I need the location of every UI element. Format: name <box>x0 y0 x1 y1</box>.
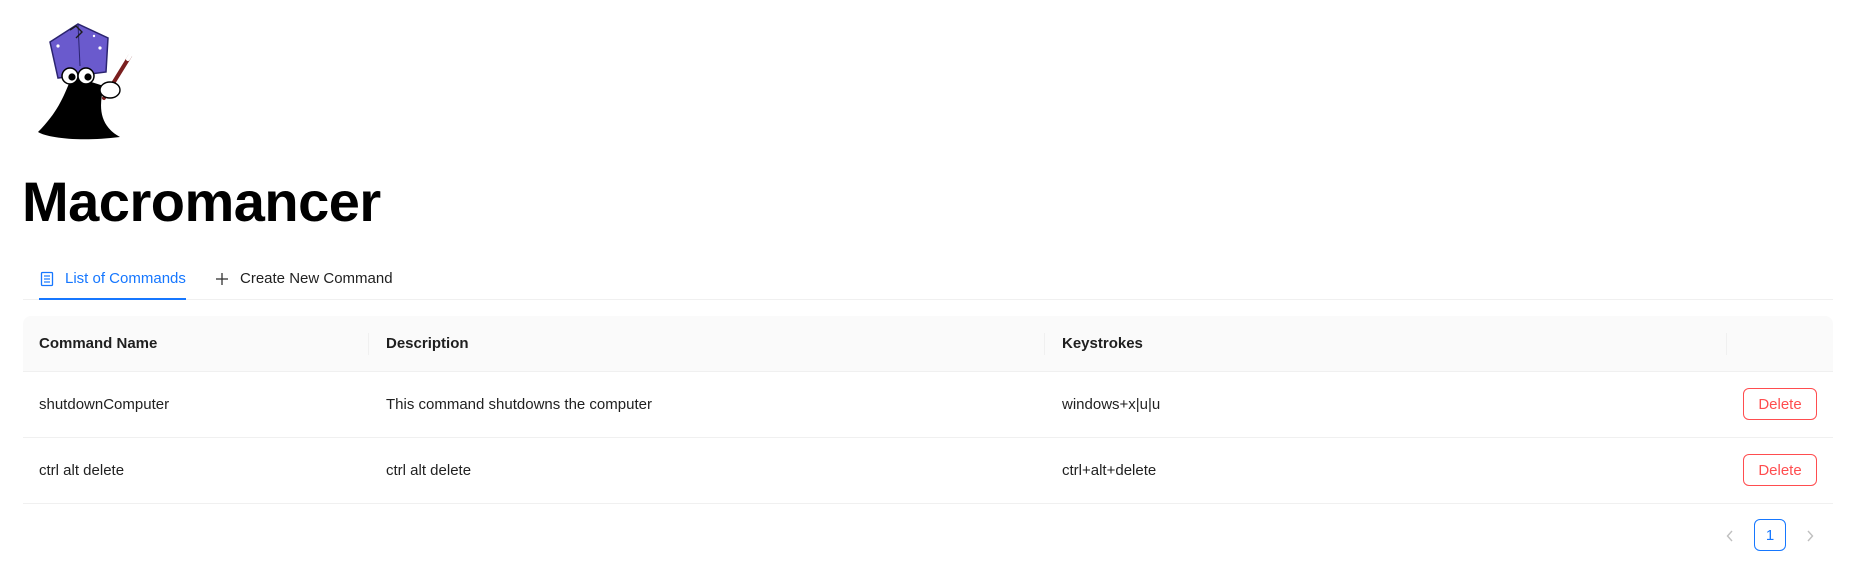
column-divider <box>1726 333 1727 355</box>
column-divider <box>368 333 369 355</box>
tab-label: List of Commands <box>65 270 186 287</box>
pagination: 1 <box>1718 519 1828 553</box>
tab-create-new-command[interactable]: Create New Command <box>214 258 393 299</box>
keystrokes-cell: ctrl+alt+delete <box>1062 462 1157 479</box>
list-icon <box>39 271 55 287</box>
chevron-left-icon[interactable] <box>1718 519 1742 553</box>
description-cell: This command shutdowns the computer <box>386 396 652 413</box>
table-row: ctrl alt delete ctrl alt delete ctrl+alt… <box>23 438 1833 504</box>
commands-table: Command Name Description Keystrokes shut… <box>23 316 1833 504</box>
tab-bar: List of Commands Create New Command <box>23 258 1833 300</box>
column-header-command-name: Command Name <box>39 335 158 352</box>
page: Macromancer List of Commands Create New … <box>0 0 1850 581</box>
delete-button[interactable]: Delete <box>1743 388 1817 420</box>
column-divider <box>1044 333 1045 355</box>
table-header: Command Name Description Keystrokes <box>23 316 1833 372</box>
tab-label: Create New Command <box>240 270 393 287</box>
column-header-keystrokes: Keystrokes <box>1062 335 1143 352</box>
tab-list-of-commands[interactable]: List of Commands <box>39 258 186 300</box>
delete-button[interactable]: Delete <box>1743 454 1817 486</box>
page-number-button[interactable]: 1 <box>1754 519 1786 551</box>
column-header-description: Description <box>386 335 469 352</box>
command-name-cell: ctrl alt delete <box>39 462 125 479</box>
table-row: shutdownComputer This command shutdowns … <box>23 372 1833 438</box>
description-cell: ctrl alt delete <box>386 462 472 479</box>
command-name-cell: shutdownComputer <box>39 396 170 413</box>
wizard-mascot-logo <box>20 16 160 148</box>
keystrokes-cell: windows+x|u|u <box>1062 396 1161 413</box>
plus-icon <box>214 271 230 287</box>
app-title: Macromancer <box>22 170 381 233</box>
chevron-right-icon[interactable] <box>1798 519 1822 553</box>
